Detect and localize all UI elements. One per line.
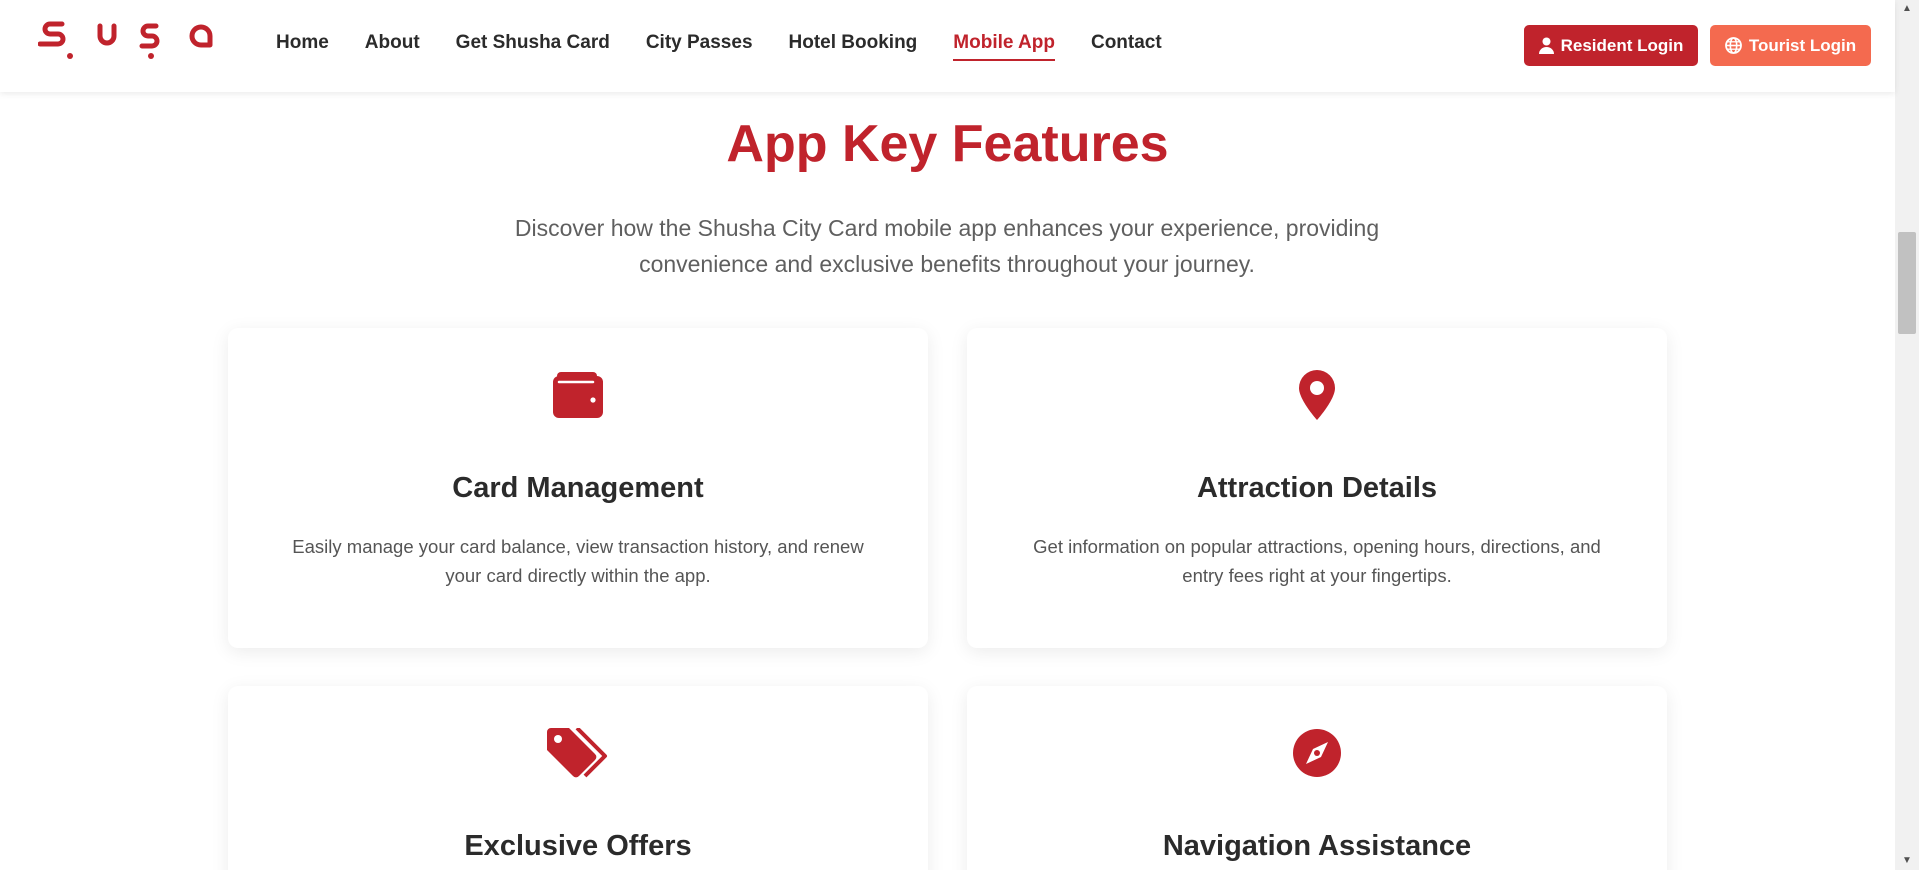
logo-mark xyxy=(38,21,213,59)
feature-description: Get information on popular attractions, … xyxy=(1033,536,1601,586)
user-icon xyxy=(1538,37,1554,54)
nav-about[interactable]: About xyxy=(365,31,420,61)
nav-hotel-booking[interactable]: Hotel Booking xyxy=(789,31,918,61)
resident-login-label: Resident Login xyxy=(1560,35,1684,55)
main-nav: Home About Get Shusha Card City Passes H… xyxy=(276,0,1198,92)
nav-city-passes[interactable]: City Passes xyxy=(646,31,753,61)
compass-icon xyxy=(967,724,1667,782)
feature-title: Navigation Assistance xyxy=(1162,830,1472,862)
scroll-thumb[interactable] xyxy=(1898,232,1916,334)
nav-mobile-app[interactable]: Mobile App xyxy=(953,31,1055,61)
feature-title: Attraction Details xyxy=(1196,472,1438,504)
nav-home[interactable]: Home xyxy=(276,31,329,61)
feature-card-card-management: Card Management Easily manage your card … xyxy=(228,328,928,648)
section-subtitle: Discover how the Shusha City Card mobile… xyxy=(514,215,1380,277)
tourist-login-label: Tourist Login xyxy=(1748,35,1857,55)
feature-card-navigation-assistance: Navigation Assistance xyxy=(967,686,1667,870)
feature-card-attraction-details: Attraction Details Get information on po… xyxy=(967,328,1667,648)
feature-description: Easily manage your card balance, view tr… xyxy=(292,536,864,586)
globe-icon xyxy=(1724,37,1742,54)
map-pin-icon xyxy=(967,366,1667,424)
scroll-up-icon[interactable]: ▲ xyxy=(1898,2,1916,16)
feature-title: Card Management xyxy=(452,472,704,504)
resident-login-button[interactable]: Resident Login xyxy=(1524,25,1698,66)
logo[interactable] xyxy=(38,18,213,64)
page-scrollbar[interactable] xyxy=(1895,0,1919,870)
nav-contact[interactable]: Contact xyxy=(1091,31,1162,61)
wallet-icon xyxy=(228,366,928,424)
tags-icon xyxy=(228,724,928,782)
tourist-login-button[interactable]: Tourist Login xyxy=(1710,25,1871,66)
feature-card-exclusive-offers: Exclusive Offers xyxy=(228,686,928,870)
scroll-down-icon[interactable]: ▼ xyxy=(1898,854,1916,868)
site-header: Home About Get Shusha Card City Passes H… xyxy=(0,0,1895,92)
section-title: App Key Features xyxy=(726,115,1169,173)
nav-get-shusha-card[interactable]: Get Shusha Card xyxy=(456,31,610,61)
feature-title: Exclusive Offers xyxy=(464,830,692,862)
